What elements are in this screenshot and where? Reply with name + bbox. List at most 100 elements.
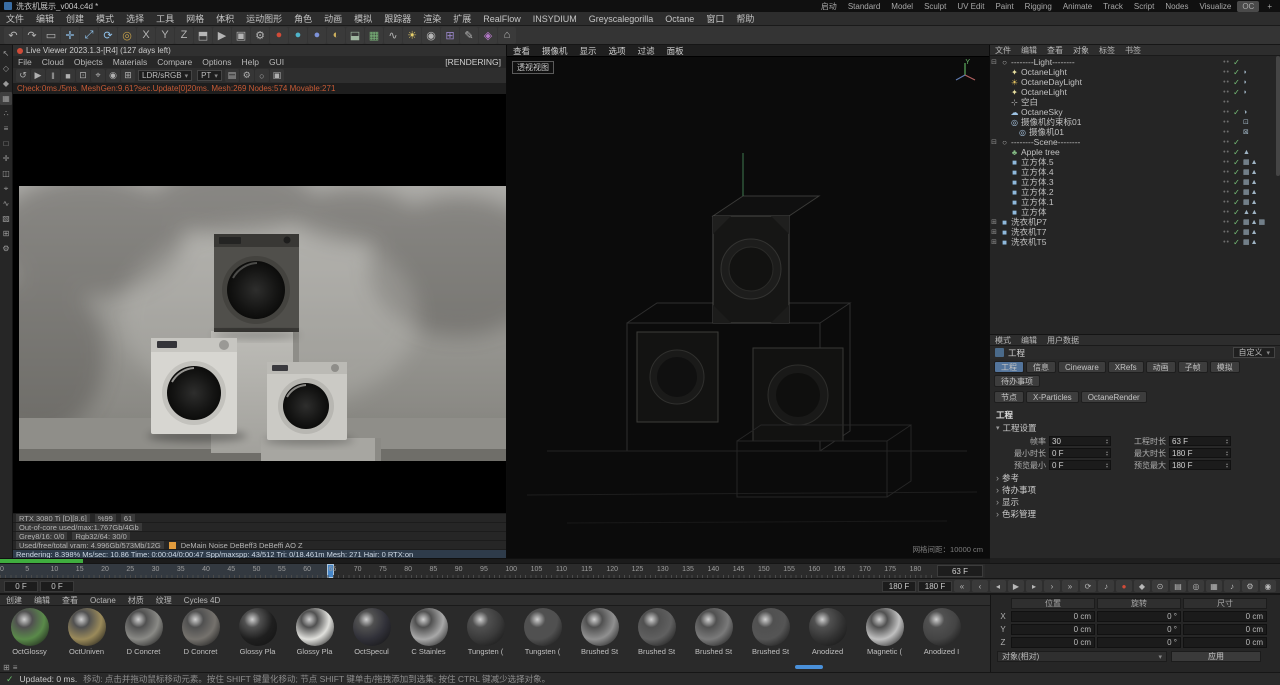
record-button[interactable]: ● [1116,580,1132,592]
octane-live-viewer-icon[interactable]: ● [270,26,288,44]
material-preview-sphere[interactable] [580,608,619,646]
attribute-tab[interactable]: 子帧 [1177,361,1208,373]
frame-tick[interactable]: 40 [202,565,227,578]
visibility-dots[interactable]: •• [1223,89,1230,96]
viewport-menu-item[interactable]: 选项 [603,45,632,57]
coordinate-column-header[interactable]: 尺寸 [1183,598,1267,609]
object-manager-menu-item[interactable]: 对象 [1068,45,1094,56]
material-item[interactable]: Magnetic ( [857,608,912,656]
frame-tick[interactable]: 10 [51,565,76,578]
material-item[interactable]: D Concret [116,608,171,656]
menu-item[interactable]: Octane [659,12,700,26]
texture-mode-icon[interactable]: ▦ [0,92,12,105]
material-menu-item[interactable]: Octane [84,596,122,605]
layout-tab[interactable]: Standard [843,1,885,12]
material-menu-item[interactable]: 编辑 [28,595,56,606]
material-preview-sphere[interactable] [694,608,733,646]
picture-viewer-icon[interactable]: ▣ [232,26,250,44]
expand-arrow-icon[interactable]: ⊟ [990,138,998,146]
lock-resolution-icon[interactable]: ⊞ [121,69,135,82]
live-viewer-menu-item[interactable]: Materials [108,57,152,67]
object-row[interactable]: ⊹ 空白 •• [990,97,1280,107]
region-render-icon[interactable]: ⊡ [76,69,90,82]
tag-icons[interactable]: ◗ [1243,79,1277,86]
menu-item[interactable]: 运动图形 [240,12,288,26]
visibility-dots[interactable]: •• [1223,149,1230,156]
viewport-menu-item[interactable]: 显示 [574,45,603,57]
cube-primitive-icon[interactable]: ▦ [365,26,383,44]
edges-mode-icon[interactable]: ≡ [0,122,12,135]
material-preview-sphere[interactable] [352,608,391,646]
light-icon[interactable]: ☀ [403,26,421,44]
viewport-menu-item[interactable]: 过滤 [632,45,661,57]
frame-tick[interactable]: 55 [278,565,303,578]
frame-tick[interactable]: 65 [328,565,353,578]
stepper-icon[interactable] [1106,438,1108,444]
material-list-view-icon[interactable]: ≡ [13,663,18,672]
size-field[interactable]: 0 cm [1183,637,1267,648]
camera-imager-icon[interactable]: ▣ [269,69,284,82]
stop-render-icon[interactable]: ■ [61,69,75,82]
numeric-field[interactable]: 0 F [1049,448,1111,458]
menu-item[interactable]: 跟踪器 [378,12,417,26]
attribute-tab[interactable]: Cineware [1058,361,1106,373]
visibility-dots[interactable]: •• [1223,169,1230,176]
visibility-dots[interactable]: •• [1223,139,1230,146]
current-frame-field[interactable]: 63 F [937,565,983,577]
menu-item[interactable]: 编辑 [30,12,60,26]
material-item[interactable]: Glossy Pla [287,608,342,656]
material-preview-sphere[interactable] [865,608,904,646]
play-button[interactable]: ▶ [1008,580,1024,592]
frame-tick[interactable]: 125 [632,565,657,578]
mograph-icon[interactable]: ⊞ [441,26,459,44]
layout-tab[interactable]: Animate [1058,1,1097,12]
material-preview-sphere[interactable] [181,608,220,646]
attribute-menu-item[interactable]: 模式 [990,335,1016,346]
keyframe-button[interactable]: ◆ [1134,580,1150,592]
live-viewer-menu-item[interactable]: Help [237,57,264,67]
menu-item[interactable]: 角色 [288,12,318,26]
frame-tick[interactable]: 60 [303,565,328,578]
object-row[interactable]: ◎ 摄像机01 •• ⊠ [990,127,1280,137]
previous-key-button[interactable]: ‹ [972,580,988,592]
material-item[interactable]: Anodized [800,608,855,656]
enable-check-icon[interactable]: ✓ [1232,198,1241,207]
layout-tab[interactable]: Paint [990,1,1018,12]
numeric-field[interactable]: 180 F [1169,448,1231,458]
frame-tick[interactable]: 145 [733,565,758,578]
enable-check-icon[interactable]: ✓ [1232,218,1241,227]
tag-icons[interactable]: ▦▲▦ [1243,218,1277,226]
environment-icon[interactable]: ◐ [327,26,345,44]
rotation-field[interactable]: 0 ° [1097,624,1181,635]
material-item[interactable]: Brushed St [686,608,741,656]
autokey-button[interactable]: ⊙ [1152,580,1168,592]
rotate-tool-icon[interactable]: ⟳ [99,26,117,44]
frame-tick[interactable]: 115 [581,565,606,578]
visibility-dots[interactable]: •• [1223,209,1230,216]
layout-tab[interactable]: Rigging [1020,1,1057,12]
stepper-icon[interactable] [1226,450,1228,456]
visibility-dots[interactable]: •• [1223,219,1230,226]
frame-tick[interactable]: 105 [531,565,556,578]
range-start-field-2[interactable]: 0 F [40,580,74,592]
attribute-tab[interactable]: 待办事项 [994,375,1040,387]
last-tool-icon[interactable]: ◎ [118,26,136,44]
workplane-icon[interactable]: ◫ [0,167,12,180]
render-preview-icon[interactable]: ◉ [1260,580,1276,592]
expand-arrow-icon[interactable]: ⊞ [990,238,998,246]
visibility-dots[interactable]: •• [1223,159,1230,166]
object-row[interactable]: ⊞ ■ 洗衣机T5 •• ✓ ▦▲ [990,237,1280,247]
tag-icons[interactable]: ▲ [1243,149,1277,156]
material-item[interactable]: Brushed St [743,608,798,656]
material-menu-item[interactable]: 查看 [56,595,84,606]
tag-icons[interactable]: ▦▲ [1243,188,1277,196]
layout-tab[interactable]: Nodes [1160,1,1193,12]
frame-tick[interactable]: 35 [177,565,202,578]
material-preview-sphere[interactable] [295,608,334,646]
material-menu-item[interactable]: Cycles 4D [178,596,226,605]
section-header[interactable]: 显示 [990,496,1280,508]
material-item[interactable]: Brushed St [572,608,627,656]
expand-arrow-icon[interactable]: ⊞ [990,228,998,236]
denoiser-icon[interactable]: ○ [254,69,269,82]
spline-pen-icon[interactable]: ∿ [0,197,12,210]
